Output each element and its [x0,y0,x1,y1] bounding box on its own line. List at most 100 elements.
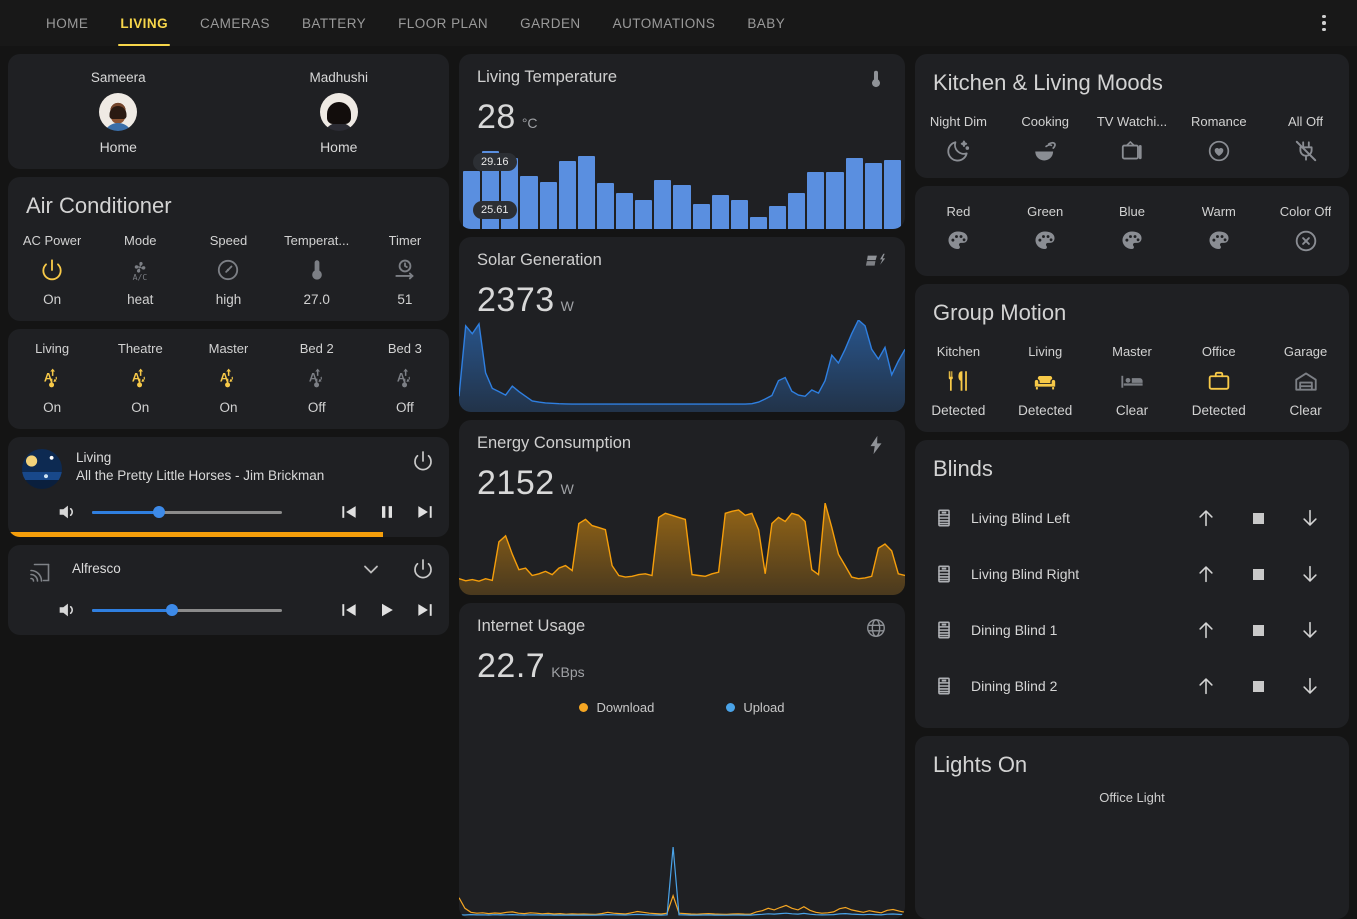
internet-usage-card[interactable]: Internet Usage 22.7 KBps Download Upload [459,603,905,919]
cast-icon[interactable] [22,557,58,587]
media-progress-bar[interactable] [8,532,383,537]
adaptive-light-icon[interactable]: A [215,365,241,391]
air-conditioner-title: Air Conditioner [26,193,172,218]
color-scene-blue[interactable]: Blue [1089,192,1176,268]
blind-down-button[interactable] [1299,563,1321,585]
blind-stop-button[interactable] [1247,675,1269,697]
blind-up-button[interactable] [1195,675,1217,697]
mood-romance[interactable]: Romance [1175,102,1262,178]
nav-tab-floor-plan[interactable]: FLOOR PLAN [382,0,504,46]
adaptive-light-icon[interactable]: A [304,365,330,391]
nav-tab-home[interactable]: HOME [30,0,104,46]
sofa-icon[interactable] [1032,368,1058,394]
palette-icon[interactable] [1032,228,1058,254]
power-plug-off-icon[interactable] [1293,138,1319,164]
moon-stars-icon[interactable] [945,138,971,164]
thermometer-icon[interactable] [304,257,330,283]
color-scene-warm[interactable]: Warm [1175,192,1262,268]
previous-track-icon[interactable] [339,502,359,522]
mood-all-off[interactable]: All Off [1262,102,1349,178]
mood-tv-watchi[interactable]: TV Watchi... [1089,102,1176,178]
moods-title: Kitchen & Living Moods [933,70,1163,95]
bed-icon[interactable] [1119,368,1145,394]
volume-slider[interactable] [92,504,282,520]
adaptive-light-icon[interactable]: A [127,365,153,391]
bowl-icon[interactable] [1032,138,1058,164]
temperature-bar [711,194,729,229]
television-icon[interactable] [1119,138,1145,164]
ac-control-speed[interactable]: Speed high [184,221,272,321]
power-icon[interactable] [411,557,435,581]
nav-tab-baby[interactable]: BABY [731,0,801,46]
adaptive-light-icon[interactable]: A [392,365,418,391]
mood-cooking[interactable]: Cooking [1002,102,1089,178]
motion-zone-living[interactable]: Living Detected [1002,332,1089,432]
adaptive-light-icon[interactable]: A [39,365,65,391]
room-light-bed-3[interactable]: Bed 3 A Off [361,329,449,429]
room-light-bed-2[interactable]: Bed 2 A Off [273,329,361,429]
room-light-theatre[interactable]: Theatre A On [96,329,184,429]
blind-stop-button[interactable] [1247,563,1269,585]
color-scene-red[interactable]: Red [915,192,1002,268]
briefcase-icon[interactable] [1206,368,1232,394]
person-card-madhushi[interactable]: Madhushi Home [229,70,450,155]
volume-icon[interactable] [56,501,78,523]
sensor-unit: W [560,481,574,497]
palette-icon[interactable] [1206,228,1232,254]
gauge-icon[interactable] [215,257,241,283]
living-temperature-card[interactable]: Living Temperature 28 °C 29.16 25.61 [459,54,905,229]
sensor-value: 2152 [477,464,555,502]
room-light-living[interactable]: Living A On [8,329,96,429]
motion-zone-office[interactable]: Office Detected [1175,332,1262,432]
volume-icon[interactable] [56,599,78,621]
blind-stop-button[interactable] [1247,507,1269,529]
palette-icon[interactable] [1119,228,1145,254]
mood-night-dim[interactable]: Night Dim [915,102,1002,178]
nav-tab-automations[interactable]: AUTOMATIONS [597,0,732,46]
motion-zone-garage[interactable]: Garage Clear [1262,332,1349,432]
next-track-icon[interactable] [415,502,435,522]
ac-control-ac-power[interactable]: AC Power On [8,221,96,321]
cutlery-icon[interactable] [945,368,971,394]
blind-stop-button[interactable] [1247,619,1269,641]
overflow-menu-icon[interactable] [1309,8,1339,38]
motion-zone-kitchen[interactable]: Kitchen Detected [915,332,1002,432]
blind-up-button[interactable] [1195,507,1217,529]
color-scene-color-off[interactable]: Color Off [1262,192,1349,268]
heart-circle-icon[interactable] [1206,138,1232,164]
top-navigation-bar: HOME LIVING CAMERAS BATTERY FLOOR PLAN GARDEN… [0,0,1357,46]
nav-tab-battery[interactable]: BATTERY [286,0,382,46]
color-scene-green[interactable]: Green [1002,192,1089,268]
room-light-master[interactable]: Master A On [184,329,272,429]
timer-icon[interactable] [392,257,418,283]
blind-down-button[interactable] [1299,507,1321,529]
nav-tab-garden[interactable]: GARDEN [504,0,596,46]
pause-icon[interactable] [377,502,397,522]
motion-zone-master[interactable]: Master Clear [1089,332,1176,432]
blind-up-button[interactable] [1195,563,1217,585]
ac-control-timer[interactable]: Timer 51 [361,221,449,321]
blind-down-button[interactable] [1299,619,1321,641]
blind-up-button[interactable] [1195,619,1217,641]
ac-control-temperat[interactable]: Temperat... 27.0 [273,221,361,321]
energy-consumption-card[interactable]: Energy Consumption 2152 W [459,420,905,595]
palette-icon[interactable] [945,228,971,254]
volume-slider[interactable] [92,602,282,618]
previous-track-icon[interactable] [339,600,359,620]
nav-tab-cameras[interactable]: CAMERAS [184,0,286,46]
garage-icon[interactable] [1293,368,1319,394]
person-card-sameera[interactable]: Sameera Home [8,70,229,155]
nav-tab-living[interactable]: LIVING [104,0,184,46]
chevron-down-icon[interactable] [359,557,383,581]
ac-fan-icon[interactable]: A/C [127,257,153,283]
next-track-icon[interactable] [415,600,435,620]
light-on-item[interactable]: Office Light [1089,790,1176,805]
sensor-value: 2373 [477,281,555,319]
solar-generation-card[interactable]: Solar Generation 2373 W [459,237,905,412]
power-icon[interactable] [39,257,65,283]
play-icon[interactable] [377,600,397,620]
ac-control-mode[interactable]: Mode A/C heat [96,221,184,321]
power-icon[interactable] [411,449,435,473]
blind-down-button[interactable] [1299,675,1321,697]
close-circle-icon[interactable] [1293,228,1319,254]
